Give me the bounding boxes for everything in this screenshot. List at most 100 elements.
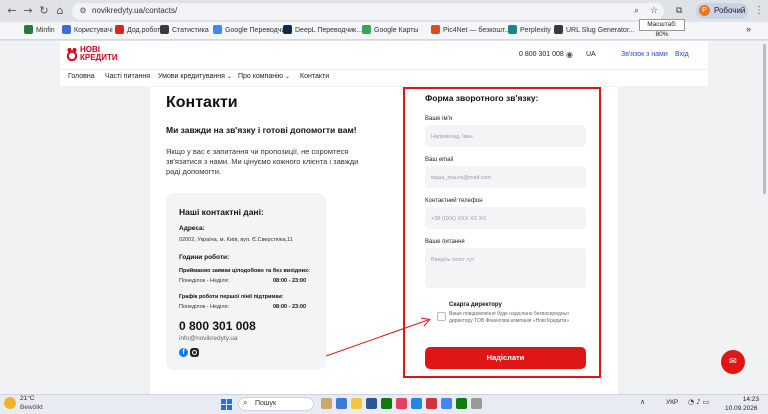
taskbar-app-icon[interactable] <box>456 398 467 409</box>
login-link[interactable]: Вхід <box>675 51 689 58</box>
taskbar-app-icon[interactable] <box>396 398 407 409</box>
bookmark-item[interactable]: Pic4Net — безкошт... <box>431 25 510 34</box>
extensions-icon[interactable]: ⧉ <box>676 6 682 16</box>
taskbar-app-icon[interactable] <box>321 398 332 409</box>
clock-time[interactable]: 14:23 <box>735 396 759 403</box>
tray-chevron-icon[interactable]: ∧ <box>640 398 645 406</box>
bookmark-item[interactable]: Дод.робота <box>115 25 164 34</box>
schedule-applications-days: Понеділок - Неділя: <box>179 278 230 284</box>
windows-start-icon[interactable] <box>221 399 232 410</box>
input-language[interactable]: УКР <box>666 399 678 406</box>
bookmark-item[interactable]: Статистика <box>160 25 209 34</box>
chevron-down-icon: ⌄ <box>226 74 232 80</box>
nav-home[interactable]: Головна <box>68 73 95 80</box>
header-phone[interactable]: 0 800 301 008 <box>519 51 564 58</box>
bookmark-favicon-icon <box>115 25 124 34</box>
bookmark-favicon-icon <box>160 25 169 34</box>
hours-label: Години роботи: <box>179 254 230 261</box>
schedule-support-days: Понеділок - Неділя: <box>179 304 230 310</box>
question-textarea[interactable]: Введіть текст тут <box>425 248 586 288</box>
question-label: Ваше питання <box>425 239 465 245</box>
star-bookmark-icon[interactable]: ☆ <box>650 6 658 16</box>
address-value: 02002, Україна, м. Київ, вул. Є.Сверстюк… <box>179 237 293 243</box>
zoom-tooltip: Масштаб: 80% <box>639 19 685 38</box>
instagram-icon[interactable] <box>190 348 199 357</box>
taskbar-app-icon[interactable] <box>426 398 437 409</box>
director-complaint-description: Ваше повідомлення буде надіслано безпосе… <box>449 311 570 324</box>
submit-button[interactable]: Надіслати <box>425 347 586 369</box>
email-input[interactable]: ваша_пошта@mail.com <box>425 166 586 188</box>
clock-date[interactable]: 10.09.2026 <box>725 405 758 412</box>
back-icon[interactable]: ← <box>5 4 19 18</box>
phone-input[interactable]: +38 (0XX) XXX XX XX <box>425 207 586 229</box>
bookmark-item[interactable]: Google Карты <box>362 25 418 34</box>
contact-phone[interactable]: 0 800 301 008 <box>179 319 256 333</box>
url-text[interactable]: novikredyty.ua/contacts/ <box>92 6 177 15</box>
form-title: Форма зворотного зв'язку: <box>425 93 539 103</box>
accessibility-eye-icon[interactable]: ◉ <box>566 50 573 59</box>
taskbar-app-icon[interactable] <box>411 398 422 409</box>
bookmark-label: Google Переводчик <box>225 27 289 34</box>
director-complaint-checkbox[interactable] <box>437 312 446 321</box>
chevron-down-icon: ⌄ <box>284 74 290 80</box>
nav-contacts[interactable]: Контакти <box>300 73 329 80</box>
schedule-support-time: 08:00 - 23:00 <box>273 304 307 310</box>
taskbar-app-icon[interactable] <box>351 398 362 409</box>
language-switch[interactable]: UA <box>586 51 596 58</box>
scrollbar[interactable] <box>763 44 766 194</box>
bookmark-label: Perplexity <box>520 27 551 34</box>
weather-description[interactable]: Bewölkt <box>20 404 43 411</box>
bookmark-item[interactable]: Користувачі <box>62 25 113 34</box>
contact-email[interactable]: info@novikredyty.ua <box>179 335 238 342</box>
chat-icon[interactable]: ✉ <box>721 350 745 374</box>
weather-temperature[interactable]: 21°C <box>20 395 35 402</box>
logo-text[interactable]: НОВІ КРЕДИТИ <box>80 46 120 62</box>
taskbar-search[interactable]: Пошук <box>238 397 314 411</box>
page-title: Контакти <box>166 94 238 111</box>
bookmark-label: DeepL Переводчик... <box>295 27 362 34</box>
bookmark-favicon-icon <box>24 25 33 34</box>
search-icon: ⌕ <box>243 398 248 407</box>
schedule-support-title: Графік роботи першої лінії підтримки: <box>179 294 284 300</box>
bookmark-favicon-icon <box>213 25 222 34</box>
phone-label: Контактний телефон <box>425 198 483 204</box>
contacts-intro: Якщо у вас є запитання чи пропозиції, не… <box>166 147 359 176</box>
schedule-applications-title: Приймаємо заявки цілодобово та без вихід… <box>179 268 310 274</box>
bookmark-item[interactable]: DeepL Переводчик... <box>283 25 362 34</box>
bookmark-favicon-icon <box>283 25 292 34</box>
card-title: Наші контактні дані: <box>179 207 264 217</box>
more-bookmarks-icon[interactable]: » <box>746 24 751 34</box>
facebook-icon[interactable]: f <box>179 348 188 357</box>
taskbar-app-icon[interactable] <box>336 398 347 409</box>
bookmark-item[interactable]: Google Переводчик <box>213 25 288 34</box>
contact-us-link[interactable]: Зв'язок з нами <box>621 51 668 58</box>
nav-about[interactable]: Про компанію ⌄ <box>238 73 290 80</box>
forward-icon[interactable]: → <box>21 4 35 18</box>
bookmark-label: URL Slug Generator... <box>566 27 635 34</box>
taskbar-app-icon[interactable] <box>441 398 452 409</box>
address-label: Адреса: <box>179 225 205 232</box>
bookmark-item[interactable]: Minfin <box>24 25 55 34</box>
taskbar-app-icon[interactable] <box>381 398 392 409</box>
tray-network-volume-battery-icons[interactable]: ◔♪▭ <box>688 398 711 406</box>
name-label: Ваше ім'я <box>425 116 453 122</box>
email-label: Ваш email <box>425 157 454 163</box>
home-icon[interactable]: ⌂ <box>53 4 67 18</box>
nav-credit-terms[interactable]: Умови кредитування ⌄ <box>158 73 232 80</box>
bookmark-item[interactable]: Perplexity <box>508 25 551 34</box>
bookmark-label: Дод.робота <box>127 27 165 34</box>
zoom-icon[interactable]: ⌕ <box>634 6 639 16</box>
name-input[interactable]: Наприклад, Іван <box>425 125 586 147</box>
reload-icon[interactable]: ↻ <box>37 4 51 18</box>
schedule-applications-time: 08:00 - 23:00 <box>273 278 307 284</box>
bookmark-favicon-icon <box>62 25 71 34</box>
nav-faq[interactable]: Часті питання <box>105 73 150 80</box>
taskbar-app-icon[interactable] <box>471 398 482 409</box>
bookmark-item[interactable]: URL Slug Generator... <box>554 25 635 34</box>
logo-icon[interactable] <box>66 47 78 61</box>
taskbar-app-icon[interactable] <box>366 398 377 409</box>
site-info-icon[interactable]: ⚙ <box>78 6 88 16</box>
weather-icon[interactable] <box>4 397 16 409</box>
director-complaint-title[interactable]: Скарга директору <box>449 302 502 308</box>
browser-menu-icon[interactable]: ⋮ <box>754 5 764 16</box>
